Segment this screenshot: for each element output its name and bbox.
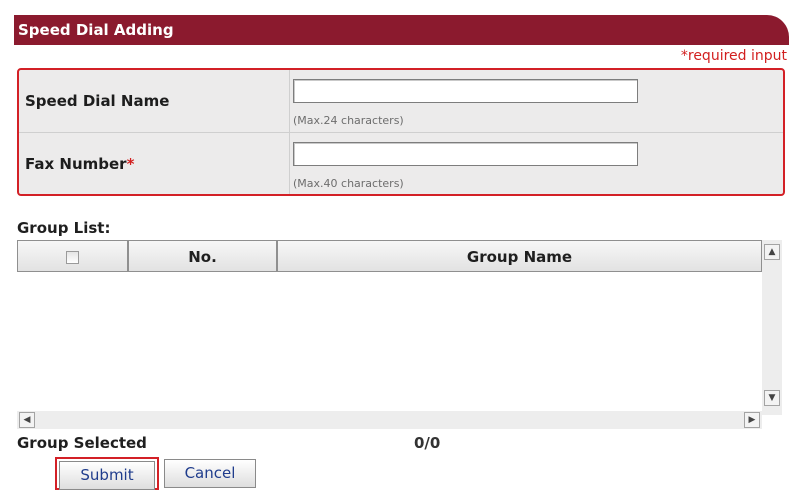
fax-number-row: Fax Number* (Max.40 characters) xyxy=(19,132,783,195)
group-list-header: No. Group Name xyxy=(17,240,762,272)
fax-number-label: Fax Number xyxy=(25,155,127,173)
speed-dial-name-row: Speed Dial Name (Max.24 characters) xyxy=(19,70,783,132)
column-header-group-name[interactable]: Group Name xyxy=(277,240,762,272)
speed-dial-name-label: Speed Dial Name xyxy=(25,92,170,110)
required-input-note: *required input xyxy=(680,48,787,64)
horizontal-scrollbar[interactable]: ◀ ▶ xyxy=(17,411,762,429)
select-all-checkbox[interactable] xyxy=(66,251,79,264)
scroll-down-arrow-icon[interactable]: ▼ xyxy=(764,390,780,406)
column-header-no[interactable]: No. xyxy=(128,240,277,272)
speed-dial-name-hint: (Max.24 characters) xyxy=(293,114,404,127)
fax-number-label-wrap: Fax Number* xyxy=(25,155,134,173)
speed-dial-form: Speed Dial Name (Max.24 characters) Fax … xyxy=(17,68,785,196)
group-selected-label: Group Selected xyxy=(17,434,147,452)
speed-dial-name-input[interactable] xyxy=(293,79,638,103)
submit-button-highlight: Submit xyxy=(55,457,159,490)
cancel-button[interactable]: Cancel xyxy=(164,459,256,488)
scroll-left-arrow-icon[interactable]: ◀ xyxy=(19,412,35,428)
group-list-table: No. Group Name xyxy=(17,240,762,415)
scroll-right-arrow-icon[interactable]: ▶ xyxy=(744,412,760,428)
select-all-column-header xyxy=(17,240,128,272)
vertical-scrollbar[interactable]: ▲ ▼ xyxy=(762,240,782,415)
page-title-bar: Speed Dial Adding xyxy=(14,15,789,45)
required-star: * xyxy=(126,155,135,173)
group-list-label: Group List: xyxy=(17,219,111,237)
group-selected-count: 0/0 xyxy=(414,434,441,452)
fax-number-input[interactable] xyxy=(293,142,638,166)
submit-button[interactable]: Submit xyxy=(59,461,155,490)
fax-number-hint: (Max.40 characters) xyxy=(293,177,404,190)
page-title: Speed Dial Adding xyxy=(18,21,174,39)
scroll-up-arrow-icon[interactable]: ▲ xyxy=(764,244,780,260)
